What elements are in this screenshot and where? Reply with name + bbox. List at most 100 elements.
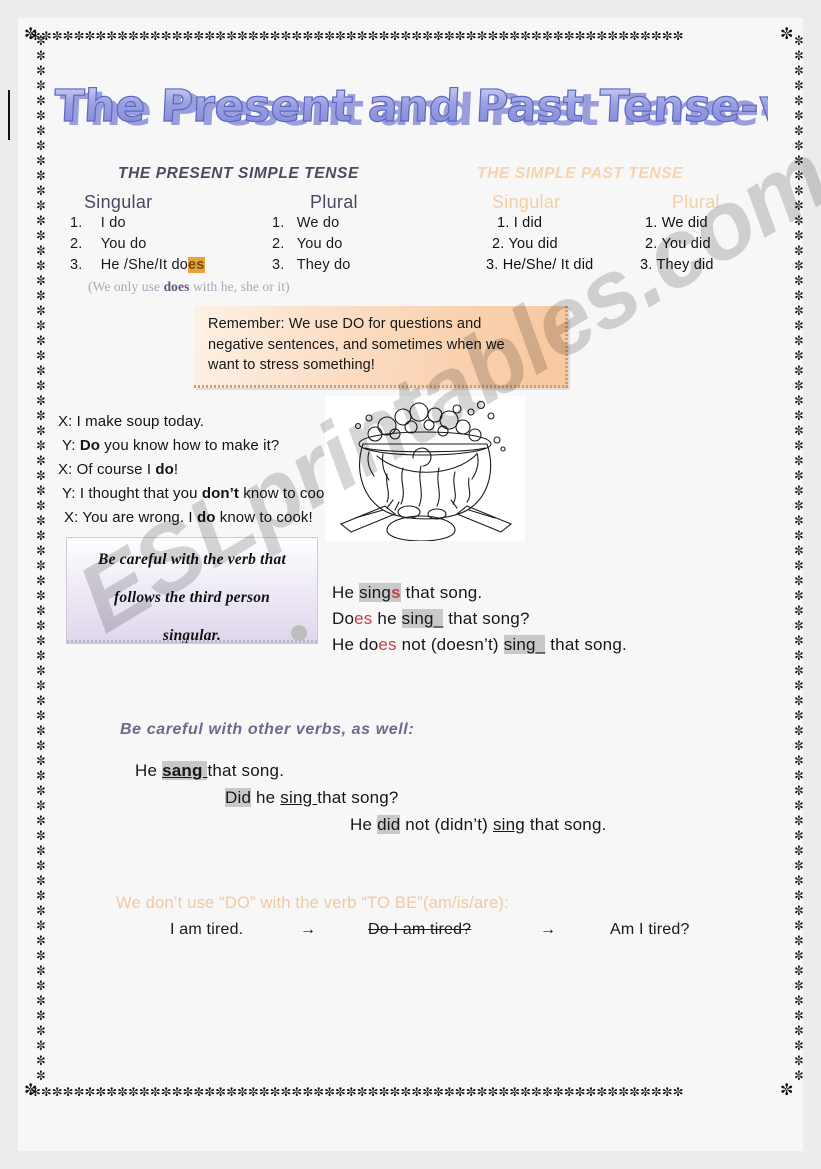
- highlighted-text: sing_: [503, 635, 546, 654]
- present-singular-2: 2. You do: [70, 236, 147, 252]
- plain-text: that song.: [524, 815, 607, 834]
- highlighted-text: Did: [225, 788, 252, 807]
- present-plural-3: 3. They do: [272, 257, 351, 273]
- other-verbs-heading: Be careful with other verbs, as well:: [120, 721, 415, 738]
- resize-handle[interactable]: [291, 625, 307, 641]
- red-suffix: es: [354, 609, 373, 628]
- list-text: You do: [100, 236, 147, 252]
- border-ornament-right: ✼✼✼✼✼✼✼✼✼✼✼✼✼✼✼✼✼✼✼✼✼✼✼✼✼✼✼✼✼✼✼✼✼✼✼✼✼✼✼✼…: [792, 34, 805, 1084]
- plain-text: not (didn’t): [400, 815, 493, 834]
- dialogue-text: You are wrong. I: [78, 509, 197, 526]
- dialogue-text: know to cook!: [215, 509, 313, 526]
- border-corner-bottom-left: ✼: [24, 1080, 38, 1099]
- list-text: They do: [296, 257, 351, 273]
- dialogue-speaker: X:: [58, 413, 73, 430]
- list-num: 3.: [70, 257, 83, 273]
- cauldron-clipart: [325, 396, 525, 541]
- dialogue-emphasis: do: [196, 509, 216, 526]
- dialogue-text: I thought that you: [75, 485, 202, 502]
- does-suffix-highlight: es: [187, 257, 205, 273]
- border-ornament-bottom: ✼✼✼✼✼✼✼✼✼✼✼✼✼✼✼✼✼✼✼✼✼✼✼✼✼✼✼✼✼✼✼✼✼✼✼✼✼✼✼✼…: [30, 1087, 684, 1100]
- list-num: 2.: [70, 236, 83, 252]
- to-be-example-2: Do I am tired?: [368, 921, 472, 938]
- plain-text: Do: [332, 609, 355, 628]
- remember-line-2: negative sentences, and sometimes when w…: [208, 336, 505, 353]
- sings-example-1: He sings that song.: [332, 583, 482, 603]
- highlighted-text: did: [377, 815, 401, 834]
- past-singular-3: 3. He/She/ It did: [486, 257, 594, 273]
- remember-callout-box: Remember: We use DO for questions and ne…: [194, 306, 568, 388]
- purple-box-line-1: Be careful with the verb that: [98, 551, 286, 568]
- dialogue-line-5: X: You are wrong. I do know to cook!: [64, 509, 313, 526]
- present-tense-heading: THE PRESENT SIMPLE TENSE: [118, 165, 359, 182]
- dialogue-line-3: X: Of course I do!: [58, 461, 178, 478]
- text-cursor-artifact: [8, 90, 10, 140]
- list-num: 2.: [272, 236, 285, 252]
- other-verbs-line-1: He sang that song.: [135, 761, 284, 781]
- red-suffix: s: [391, 583, 401, 602]
- list-text: You do: [296, 236, 343, 252]
- plain-text: he: [372, 609, 402, 628]
- list-text: He /She/It do: [100, 257, 188, 273]
- sings-example-2: Does he sing_ that song?: [332, 609, 530, 629]
- to-be-arrow-1: →: [300, 921, 316, 938]
- present-singular-label: Singular: [84, 192, 153, 212]
- highlighted-text: sing_: [401, 609, 444, 628]
- page-title: The Present and Past Tense-verb To Do Th…: [48, 72, 768, 134]
- to-be-example-3: Am I tired?: [610, 921, 690, 938]
- remember-right-dotted-edge: [565, 306, 568, 388]
- plain-text: that song.: [207, 761, 285, 780]
- past-singular-label: Singular: [492, 192, 561, 212]
- plain-text: He do: [332, 635, 379, 654]
- past-plural-2: 2. You did: [645, 236, 711, 252]
- dialogue-text: I make soup today.: [72, 413, 205, 430]
- to-be-arrow-2: →: [540, 921, 556, 938]
- border-ornament-left: ✼✼✼✼✼✼✼✼✼✼✼✼✼✼✼✼✼✼✼✼✼✼✼✼✼✼✼✼✼✼✼✼✼✼✼✼✼✼✼✼…: [34, 34, 47, 1084]
- dialogue-speaker: Y:: [62, 485, 76, 502]
- dialogue-speaker: X:: [58, 461, 73, 478]
- other-verbs-line-2: Did he sing that song?: [225, 788, 399, 808]
- plain-text: that song?: [317, 788, 399, 807]
- dialogue-text: Of course I: [72, 461, 156, 478]
- note-post: with he, she or it): [189, 279, 290, 294]
- red-suffix: es: [378, 635, 397, 654]
- dialogue-line-2: Y: Do you know how to make it?: [62, 437, 279, 454]
- border-ornament-top: ✼✼✼✼✼✼✼✼✼✼✼✼✼✼✼✼✼✼✼✼✼✼✼✼✼✼✼✼✼✼✼✼✼✼✼✼✼✼✼✼…: [30, 31, 684, 44]
- past-singular-1: 1. I did: [497, 215, 543, 231]
- list-text: We do: [296, 215, 340, 231]
- present-plural-label: Plural: [310, 192, 358, 212]
- dialogue-line-1: X: I make soup today.: [58, 413, 204, 430]
- dialogue-emphasis: do: [155, 461, 174, 478]
- underlined-text: sing: [492, 815, 525, 834]
- border-corner-bottom-right: ✼: [780, 1080, 794, 1099]
- dialogue-line-4: Y: I thought that you don’t know to cook…: [62, 485, 336, 502]
- plain-text: that song.: [400, 583, 483, 602]
- plain-text: not (doesn’t): [396, 635, 504, 654]
- dialogue-text: know to cook.: [238, 485, 337, 502]
- to-be-heading: We don’t use “DO” with the verb “TO BE”(…: [116, 894, 509, 912]
- dialogue-emphasis: don’t: [201, 485, 239, 502]
- dialogue-speaker: Y:: [62, 437, 76, 454]
- plain-text: He: [350, 815, 378, 834]
- remember-line-1: Remember: We use DO for questions and: [208, 316, 482, 332]
- plain-text: he: [251, 788, 281, 807]
- remember-line-3: want to stress something!: [208, 357, 375, 374]
- past-plural-3: 3. They did: [640, 257, 714, 273]
- plain-text: that song?: [443, 609, 530, 628]
- remember-bottom-dotted-edge: [194, 385, 568, 388]
- past-plural-1: 1. We did: [645, 215, 708, 231]
- underlined-text: sing: [280, 788, 318, 807]
- sings-example-3: He does not (doesn’t) sing_ that song.: [332, 635, 627, 655]
- highlighted-text: sing: [359, 583, 392, 602]
- dialogue-speaker: X:: [64, 509, 79, 526]
- svg-text:The Present and Past Tense-ver: The Present and Past Tense-verb To Do: [53, 81, 768, 132]
- plain-text: that song.: [545, 635, 627, 654]
- border-corner-top-left: ✼: [24, 24, 38, 43]
- does-usage-note: (We only use does with he, she or it): [88, 279, 290, 295]
- present-plural-1: 1. We do: [272, 215, 339, 231]
- to-be-example-1: I am tired.: [170, 921, 244, 938]
- third-person-warning-box: Be careful with the verb that follows th…: [66, 537, 318, 644]
- list-text: I do: [100, 215, 126, 231]
- list-num: 1.: [272, 215, 285, 231]
- purple-box-line-2: follows the third person: [114, 589, 270, 606]
